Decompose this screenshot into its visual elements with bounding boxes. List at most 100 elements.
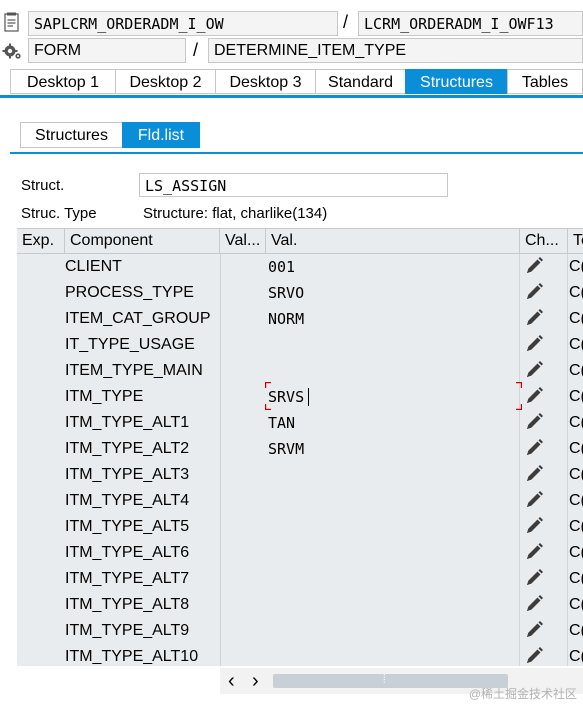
subtab-field-list[interactable]: Fld.list xyxy=(122,122,200,148)
component-cell: IT_TYPE_USAGE xyxy=(65,336,195,353)
main-tab-underline xyxy=(0,95,583,98)
technical-type-cell: C( xyxy=(569,310,583,327)
pencil-icon[interactable] xyxy=(524,568,544,588)
header-separator: / xyxy=(343,12,349,32)
table-row[interactable]: ITM_TYPE SRVS C( xyxy=(17,384,583,410)
watermark: @稀土掘金技术社区 xyxy=(468,687,577,701)
pencil-icon[interactable] xyxy=(524,386,544,406)
column-header-component[interactable]: Component xyxy=(65,229,220,253)
component-cell: CLIENT xyxy=(65,258,122,275)
component-cell: ITM_TYPE_ALT9 xyxy=(65,622,190,639)
field-list-header: Exp. Component Val... Val. Ch... Te xyxy=(17,228,583,254)
value-cell[interactable]: TAN xyxy=(268,410,295,436)
pencil-icon[interactable] xyxy=(524,308,544,328)
table-row[interactable]: CLIENT 001 C( xyxy=(17,254,583,280)
pencil-icon[interactable] xyxy=(524,594,544,614)
pencil-icon[interactable] xyxy=(524,464,544,484)
text-cursor xyxy=(308,388,309,406)
value-cell[interactable]: NORM xyxy=(268,306,304,332)
tab-tables[interactable]: Tables xyxy=(507,69,583,94)
object-name-field: DETERMINE_ITEM_TYPE xyxy=(208,38,583,63)
header-separator-2: / xyxy=(193,40,199,60)
component-cell: ITM_TYPE_ALT8 xyxy=(65,596,190,613)
column-header-technical-type[interactable]: Te xyxy=(568,229,583,253)
pencil-icon[interactable] xyxy=(524,490,544,510)
value-cell[interactable]: SRVS xyxy=(268,384,304,410)
table-row[interactable]: PROCESS_TYPE SRVO C( xyxy=(17,280,583,306)
table-row[interactable]: ITM_TYPE_ALT6 C( xyxy=(17,540,583,566)
pencil-icon[interactable] xyxy=(524,542,544,562)
component-cell: ITM_TYPE_ALT6 xyxy=(65,544,190,561)
component-cell: ITM_TYPE xyxy=(65,388,144,405)
technical-type-cell: C( xyxy=(569,492,583,509)
technical-type-cell: C( xyxy=(569,440,583,457)
struct-label: Struct. xyxy=(21,177,65,194)
scroll-right-button[interactable]: › xyxy=(252,668,259,694)
technical-type-cell: C( xyxy=(569,388,583,405)
component-cell: ITM_TYPE_ALT1 xyxy=(65,414,190,431)
table-row[interactable]: ITM_TYPE_ALT8 C( xyxy=(17,592,583,618)
value-cell[interactable]: 001 xyxy=(268,254,295,280)
edit-cell-corner xyxy=(265,404,271,410)
subtab-structures[interactable]: Structures xyxy=(20,122,123,148)
tab-standard[interactable]: Standard xyxy=(315,69,406,94)
technical-type-cell: C( xyxy=(569,336,583,353)
component-cell: ITM_TYPE_ALT3 xyxy=(65,466,190,483)
edit-cell-corner xyxy=(265,382,271,388)
component-cell: ITM_TYPE_ALT10 xyxy=(65,648,199,665)
table-row[interactable]: ITM_TYPE_ALT3 C( xyxy=(17,462,583,488)
pencil-icon[interactable] xyxy=(524,412,544,432)
table-row[interactable]: ITM_TYPE_ALT4 C( xyxy=(17,488,583,514)
table-row[interactable]: ITM_TYPE_ALT7 C( xyxy=(17,566,583,592)
scroll-left-button[interactable]: ‹ xyxy=(228,668,235,694)
object-type-field: FORM xyxy=(28,38,186,63)
table-row[interactable]: ITM_TYPE_ALT5 C( xyxy=(17,514,583,540)
column-header-change[interactable]: Ch... xyxy=(520,229,568,253)
pencil-icon[interactable] xyxy=(524,282,544,302)
technical-type-cell: C( xyxy=(569,466,583,483)
pencil-icon[interactable] xyxy=(524,334,544,354)
source-code-icon xyxy=(4,12,20,32)
table-row[interactable]: ITEM_TYPE_MAIN C( xyxy=(17,358,583,384)
technical-type-cell: C( xyxy=(569,362,583,379)
column-header-value[interactable]: Val. xyxy=(266,229,520,253)
table-row[interactable]: ITEM_CAT_GROUP NORM C( xyxy=(17,306,583,332)
pencil-icon[interactable] xyxy=(524,360,544,380)
pencil-icon[interactable] xyxy=(524,256,544,276)
tab-desktop-1[interactable]: Desktop 1 xyxy=(10,69,116,94)
technical-type-cell: C( xyxy=(569,544,583,561)
technical-type-cell: C( xyxy=(569,518,583,535)
struct-name-input[interactable]: LS_ASSIGN xyxy=(139,173,448,197)
value-cell[interactable]: SRVM xyxy=(268,436,304,462)
component-cell: ITEM_CAT_GROUP xyxy=(65,310,211,327)
edit-cell-corner xyxy=(516,404,522,410)
pencil-icon[interactable] xyxy=(524,438,544,458)
gear-icon xyxy=(2,42,22,60)
tab-desktop-2[interactable]: Desktop 2 xyxy=(115,69,216,94)
pencil-icon[interactable] xyxy=(524,646,544,666)
table-row[interactable]: ITM_TYPE_ALT2 SRVM C( xyxy=(17,436,583,462)
table-row[interactable]: ITM_TYPE_ALT10 C( xyxy=(17,644,583,670)
component-cell: ITM_TYPE_ALT7 xyxy=(65,570,190,587)
technical-type-cell: C( xyxy=(569,596,583,613)
component-cell: ITM_TYPE_ALT5 xyxy=(65,518,190,535)
pencil-icon[interactable] xyxy=(524,516,544,536)
tab-desktop-3[interactable]: Desktop 3 xyxy=(215,69,316,94)
column-header-expand[interactable]: Exp. xyxy=(17,229,65,253)
technical-type-cell: C( xyxy=(569,258,583,275)
technical-type-cell: C( xyxy=(569,622,583,639)
program-name-field: SAPLCRM_ORDERADM_I_OW xyxy=(28,11,338,36)
value-cell[interactable]: SRVO xyxy=(268,280,304,306)
component-cell: PROCESS_TYPE xyxy=(65,284,194,301)
table-row[interactable]: ITM_TYPE_ALT1 TAN C( xyxy=(17,410,583,436)
scroll-grip-icon: ⦙ xyxy=(383,672,386,686)
tab-structures[interactable]: Structures xyxy=(405,69,508,94)
pencil-icon[interactable] xyxy=(524,620,544,640)
technical-type-cell: C( xyxy=(569,570,583,587)
component-cell: ITEM_TYPE_MAIN xyxy=(65,362,203,379)
component-cell: ITM_TYPE_ALT2 xyxy=(65,440,190,457)
table-row[interactable]: IT_TYPE_USAGE C( xyxy=(17,332,583,358)
table-row[interactable]: ITM_TYPE_ALT9 C( xyxy=(17,618,583,644)
column-header-value-type[interactable]: Val... xyxy=(220,229,266,253)
sub-tab-underline xyxy=(10,152,583,154)
